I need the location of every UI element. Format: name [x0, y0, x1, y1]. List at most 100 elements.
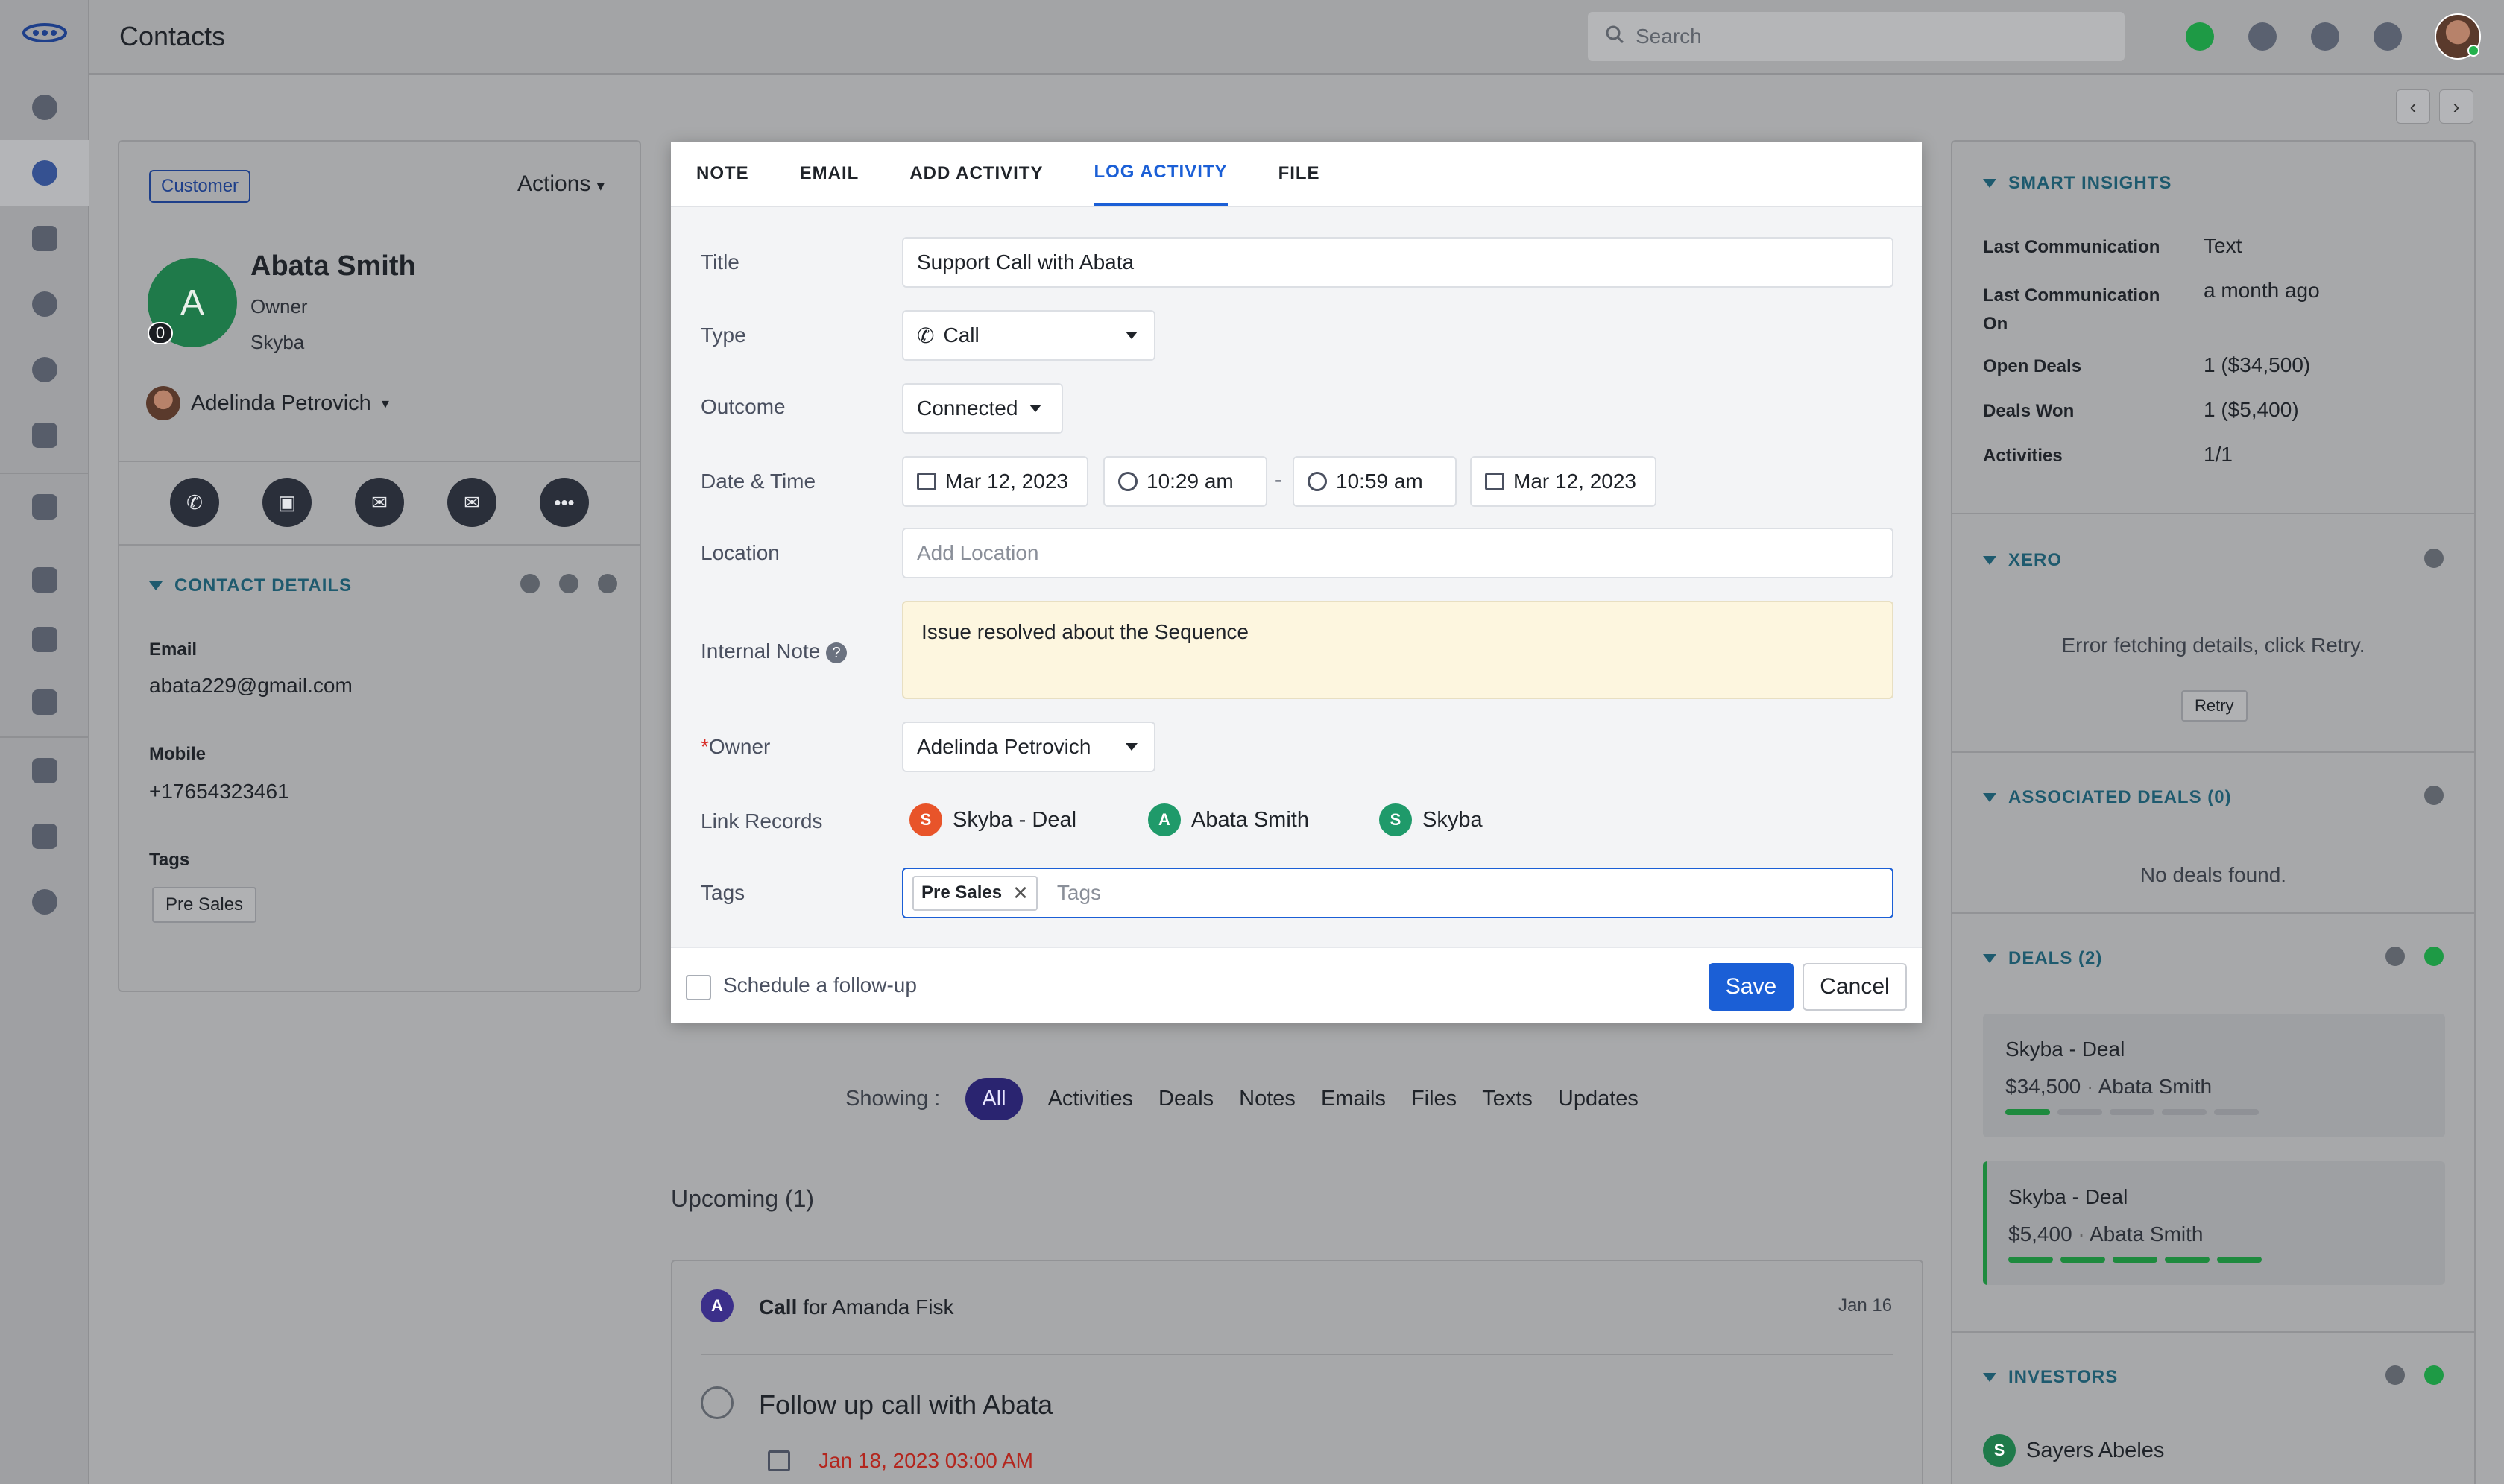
nav-rail [0, 0, 89, 1484]
more-apps-icon[interactable] [0, 869, 89, 935]
search-input[interactable]: Search [1588, 12, 2125, 61]
deals-icon[interactable] [0, 337, 89, 402]
contact-company[interactable]: Skyba [250, 331, 304, 354]
save-button[interactable]: Save [1709, 963, 1794, 1011]
location-input[interactable]: Add Location [902, 528, 1893, 578]
close-icon[interactable]: ✕ [1012, 882, 1029, 905]
mobile-value[interactable]: +17654323461 [149, 780, 289, 803]
tag-chip[interactable]: Pre Sales ✕ [912, 875, 1038, 911]
followup-checkbox[interactable] [686, 975, 711, 1000]
refresh-icon[interactable] [2424, 549, 2444, 568]
link-record-contact[interactable]: A Abata Smith [1148, 803, 1309, 836]
inbox-icon[interactable] [0, 547, 89, 613]
products-icon[interactable] [0, 402, 89, 468]
chat-icon[interactable] [0, 803, 89, 869]
collapse-icon [1983, 793, 1996, 802]
retry-button[interactable]: Retry [2181, 690, 2248, 722]
automation-icon[interactable] [0, 738, 89, 803]
internal-note-input[interactable]: Issue resolved about the Sequence [902, 601, 1893, 699]
smart-insights-header[interactable]: SMART INSIGHTS [1983, 173, 2172, 194]
more-actions-button[interactable]: ••• [540, 478, 589, 527]
email-value[interactable]: abata229@gmail.com [149, 674, 353, 698]
email-button[interactable]: ✉ [355, 478, 404, 527]
deals-header[interactable]: DEALS (2) [1983, 948, 2102, 969]
phone-icon[interactable] [2248, 22, 2277, 51]
bulk-email-button[interactable]: ✉ [447, 478, 496, 527]
outcome-select[interactable]: Connected [902, 383, 1063, 434]
refresh-icon[interactable] [2385, 1365, 2405, 1385]
task-title[interactable]: Follow up call with Abata [759, 1389, 1053, 1421]
tasks-icon[interactable] [0, 271, 89, 337]
phone-log-button[interactable]: ▣ [262, 478, 312, 527]
owner-select[interactable]: Adelinda Petrovich [902, 722, 1155, 772]
filter-updates[interactable]: Updates [1558, 1087, 1639, 1111]
refresh-icon[interactable] [2424, 786, 2444, 805]
refresh-icon[interactable] [2385, 947, 2405, 966]
logo-icon[interactable] [0, 0, 89, 66]
associated-deals-header[interactable]: ASSOCIATED DEALS (0) [1983, 787, 2232, 808]
activity-title[interactable]: Call for Amanda Fisk [759, 1295, 953, 1319]
progress-segment [2217, 1257, 2262, 1263]
bell-icon[interactable] [2311, 22, 2339, 51]
title-label: Title [701, 250, 739, 274]
filter-texts[interactable]: Texts [1482, 1087, 1533, 1111]
investor-avatar: S [1983, 1434, 2016, 1467]
add-icon[interactable] [2424, 1365, 2444, 1385]
link-record-account[interactable]: S Skyba [1379, 803, 1483, 836]
add-icon[interactable] [2186, 22, 2214, 51]
contacts-icon[interactable] [0, 140, 89, 206]
owner-selector[interactable]: Adelinda Petrovich ▾ [146, 386, 389, 420]
location-label: Location [701, 541, 780, 564]
actions-dropdown[interactable]: Actions ▾ [517, 171, 605, 197]
modal-tabs: NOTE EMAIL ADD ACTIVITY LOG ACTIVITY FIL… [671, 142, 1922, 207]
investor-item[interactable]: S Sayers Abeles [1983, 1434, 2164, 1467]
link-records-label: Link Records [701, 809, 823, 833]
calendar-icon [917, 473, 936, 490]
type-select[interactable]: ✆ Call [902, 310, 1155, 361]
start-time-input[interactable]: 10:29 am [1103, 456, 1267, 507]
filter-files[interactable]: Files [1411, 1087, 1457, 1111]
tab-email[interactable]: EMAIL [800, 141, 860, 206]
title-input[interactable]: Support Call with Abata [902, 237, 1893, 288]
cancel-button[interactable]: Cancel [1803, 963, 1907, 1011]
xero-header[interactable]: XERO [1983, 550, 2062, 571]
phone-icon[interactable] [0, 607, 89, 672]
complete-check-icon[interactable] [701, 1386, 734, 1419]
filter-all[interactable]: All [965, 1078, 1023, 1120]
chevron-left-icon[interactable]: ‹ [2396, 89, 2430, 124]
help-icon[interactable]: ? [826, 642, 848, 663]
chevron-right-icon[interactable]: › [2439, 89, 2473, 124]
accounts-icon[interactable] [0, 206, 89, 271]
eye-icon[interactable] [559, 574, 578, 593]
clock-icon [1308, 472, 1327, 491]
filter-deals[interactable]: Deals [1158, 1087, 1214, 1111]
filter-emails[interactable]: Emails [1321, 1087, 1386, 1111]
tab-note[interactable]: NOTE [696, 141, 749, 206]
link-record-deal[interactable]: S Skyba - Deal [909, 803, 1076, 836]
call-button[interactable]: ✆ [170, 478, 219, 527]
filter-activities[interactable]: Activities [1048, 1087, 1133, 1111]
end-date-input[interactable]: Mar 12, 2023 [1470, 456, 1656, 507]
help-icon[interactable] [2374, 22, 2402, 51]
progress-segment [2113, 1257, 2157, 1263]
tab-add-activity[interactable]: ADD ACTIVITY [909, 141, 1043, 206]
tab-file[interactable]: FILE [1278, 141, 1320, 206]
internal-note-label: Internal Note ? [701, 640, 848, 663]
tab-log-activity[interactable]: LOG ACTIVITY [1094, 141, 1228, 206]
start-date-input[interactable]: Mar 12, 2023 [902, 456, 1088, 507]
mail-icon[interactable] [0, 474, 89, 540]
add-icon[interactable] [2424, 947, 2444, 966]
tags-input[interactable]: Pre Sales ✕ Tags [902, 868, 1893, 918]
top-bar [89, 0, 2504, 75]
investors-header[interactable]: INVESTORS [1983, 1367, 2118, 1388]
record-avatar: S [909, 803, 942, 836]
contact-details-header[interactable]: CONTACT DETAILS [149, 575, 352, 596]
unread-badge: 0 [148, 322, 173, 344]
reports-icon[interactable] [0, 669, 89, 735]
end-time-input[interactable]: 10:59 am [1293, 456, 1457, 507]
tag-chip[interactable]: Pre Sales [152, 887, 257, 923]
dashboard-icon[interactable] [0, 75, 89, 140]
gear-icon[interactable] [598, 574, 617, 593]
sort-icon[interactable] [520, 574, 540, 593]
filter-notes[interactable]: Notes [1239, 1087, 1296, 1111]
